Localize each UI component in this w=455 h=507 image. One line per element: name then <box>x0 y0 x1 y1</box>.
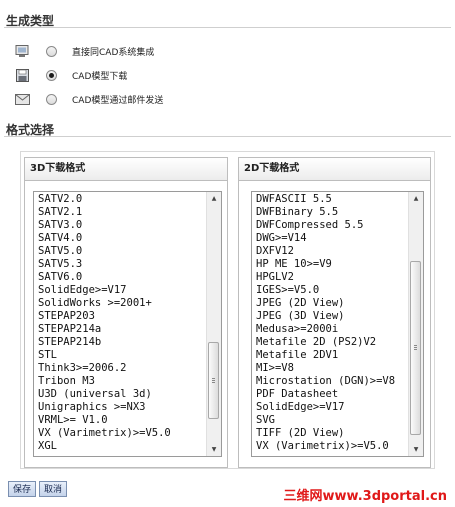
scroll-thumb[interactable] <box>410 261 421 435</box>
list-item[interactable]: SolidEdge>=V17 <box>252 401 409 414</box>
divider <box>4 27 451 28</box>
gen-type-label: CAD模型通过邮件发送 <box>72 95 164 106</box>
list-item[interactable]: TIFF (2D View) <box>252 427 409 440</box>
list-item[interactable]: Medusa>=2000i <box>252 323 409 336</box>
scroll-up-icon[interactable]: ▲ <box>409 192 423 205</box>
gen-type-download[interactable]: CAD模型下载 <box>14 66 127 84</box>
panel-3d-title: 3D下载格式 <box>25 158 227 181</box>
list-item[interactable]: JPEG (2D View) <box>252 297 409 310</box>
list-item[interactable]: SATV6.0 <box>34 271 207 284</box>
list-item[interactable]: DXFV12 <box>252 245 409 258</box>
save-button[interactable]: 保存 <box>8 481 37 497</box>
computer-icon <box>14 44 30 58</box>
panel-2d-title: 2D下载格式 <box>239 158 430 181</box>
scroll-up-icon[interactable]: ▲ <box>207 192 221 205</box>
list-items: SATV2.0 SATV2.1 SATV3.0 SATV4.0 SATV5.0 SATV5… <box>34 193 207 453</box>
scrollbar-3d[interactable]: ▲ ▼ <box>206 192 221 456</box>
list-item[interactable]: STEPAP203 <box>34 310 207 323</box>
list-item[interactable]: PDF Datasheet <box>252 388 409 401</box>
list-item[interactable]: SATV3.0 <box>34 219 207 232</box>
panel-2d-formats: 2D下载格式 DWFASCII 5.5 DWFBinary 5.5 DWFCompr… <box>238 157 431 468</box>
list-item[interactable]: DWFCompressed 5.5 <box>252 219 409 232</box>
scrollbar-2d[interactable]: ▲ ▼ <box>408 192 423 456</box>
list-item[interactable]: Think3>=2006.2 <box>34 362 207 375</box>
gen-type-integrate[interactable]: 直接同CAD系统集成 <box>14 42 154 60</box>
list-item[interactable]: Microstation (DGN)>=V8 <box>252 375 409 388</box>
scroll-thumb[interactable] <box>208 342 219 419</box>
list-item[interactable]: STEPAP214b <box>34 336 207 349</box>
gen-type-label: 直接同CAD系统集成 <box>72 47 155 58</box>
watermark-logo: 三维网www.3dportal.cn <box>283 489 447 504</box>
gen-type-email[interactable]: CAD模型通过邮件发送 <box>14 90 163 108</box>
list-item[interactable]: SATV5.3 <box>34 258 207 271</box>
list-item[interactable]: SATV4.0 <box>34 232 207 245</box>
list-item[interactable]: HP ME 10>=V9 <box>252 258 409 271</box>
list-item[interactable]: SATV5.0 <box>34 245 207 258</box>
list-item[interactable]: HPGLV2 <box>252 271 409 284</box>
radio-download[interactable] <box>46 69 57 81</box>
radio-integrate[interactable] <box>46 45 57 57</box>
envelope-icon <box>14 92 30 106</box>
scroll-down-icon[interactable]: ▼ <box>207 443 221 456</box>
list-item[interactable]: Tribon M3 <box>34 375 207 388</box>
list-item[interactable]: XGL <box>34 440 207 453</box>
list-item[interactable]: SVG <box>252 414 409 427</box>
list-item[interactable]: U3D (universal 3d) <box>34 388 207 401</box>
list-2d-formats[interactable]: DWFASCII 5.5 DWFBinary 5.5 DWFCompressed 5… <box>251 191 424 457</box>
cancel-button[interactable]: 取消 <box>39 481 68 497</box>
divider <box>4 136 451 137</box>
list-item[interactable]: Metafile 2DV1 <box>252 349 409 362</box>
list-item[interactable]: SATV2.0 <box>34 193 207 206</box>
list-item[interactable]: SolidEdge>=V17 <box>34 284 207 297</box>
list-3d-formats[interactable]: SATV2.0 SATV2.1 SATV3.0 SATV4.0 SATV5.0 SATV5… <box>33 191 222 457</box>
list-item[interactable]: SolidWorks >=2001+ <box>34 297 207 310</box>
radio-email[interactable] <box>46 93 57 105</box>
list-item[interactable]: DWG>=V14 <box>252 232 409 245</box>
gen-type-label: CAD模型下载 <box>72 71 128 82</box>
list-item[interactable]: VRML>= V1.0 <box>34 414 207 427</box>
list-item[interactable]: JPEG (3D View) <box>252 310 409 323</box>
list-item[interactable]: DWFASCII 5.5 <box>252 193 409 206</box>
list-item[interactable]: Unigraphics >=NX3 <box>34 401 207 414</box>
list-item[interactable]: Metafile 2D (PS2)V2 <box>252 336 409 349</box>
floppy-disk-icon <box>14 68 30 82</box>
list-item[interactable]: STEPAP214a <box>34 323 207 336</box>
list-item[interactable]: VX (Varimetrix)>=V5.0 <box>34 427 207 440</box>
list-item[interactable]: IGES>=V5.0 <box>252 284 409 297</box>
list-item[interactable]: VX (Varimetrix)>=V5.0 <box>252 440 409 453</box>
list-item[interactable]: SATV2.1 <box>34 206 207 219</box>
panel-3d-formats: 3D下载格式 SATV2.0 SATV2.1 SATV3.0 SATV4.0 SATV5… <box>24 157 228 468</box>
list-item[interactable]: MI>=V8 <box>252 362 409 375</box>
list-item[interactable]: DWFBinary 5.5 <box>252 206 409 219</box>
scroll-down-icon[interactable]: ▼ <box>409 443 423 456</box>
list-item[interactable]: STL <box>34 349 207 362</box>
list-items: DWFASCII 5.5 DWFBinary 5.5 DWFCompressed 5… <box>252 193 409 453</box>
